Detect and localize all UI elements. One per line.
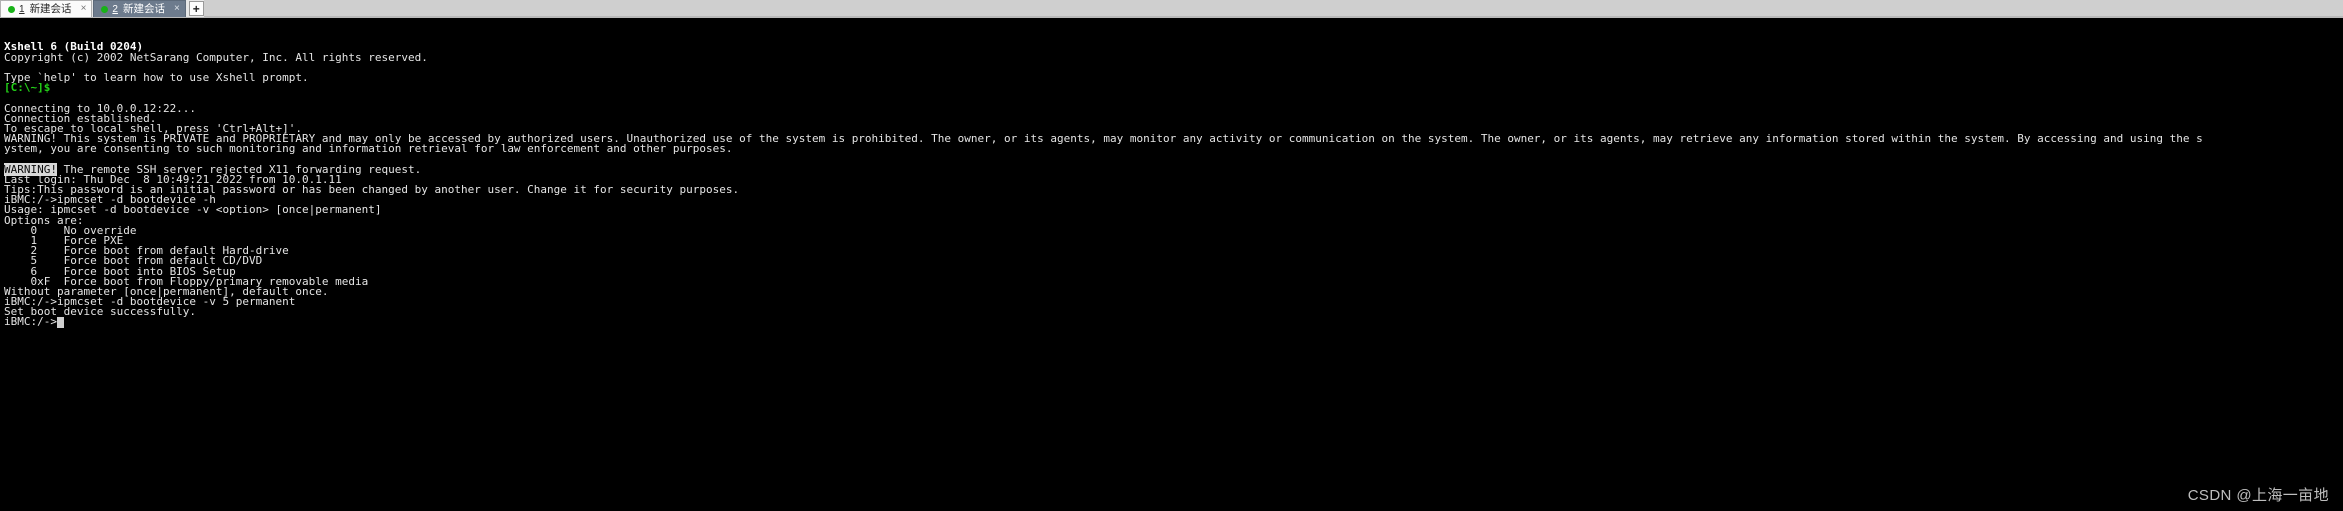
watermark: CSDN @上海一亩地 [2187, 486, 2329, 504]
terminal-line: 0xF Force boot from Floppy/primary remov… [4, 276, 2343, 287]
terminal-line: Set boot device successfully. [4, 306, 2343, 317]
shell-prompt: iBMC:/-> [4, 315, 57, 329]
terminal-line: Tips:This password is an initial passwor… [4, 184, 2343, 195]
terminal-line: 1 Force PXE [4, 235, 2343, 246]
tab-bar: 1 新建会话 × 2 新建会话 × + [0, 0, 2343, 18]
close-icon[interactable]: × [81, 4, 87, 14]
tab-label: 新建会话 [122, 2, 165, 15]
terminal-line: Type `help' to learn how to use Xshell p… [4, 72, 2343, 83]
terminal-line: Connection established. [4, 113, 2343, 124]
terminal-line: Options are: [4, 215, 2343, 226]
tab-number: 1 [19, 3, 25, 15]
tab-bar-filler [203, 0, 2343, 17]
terminal-line: WARNING! The remote SSH server rejected … [4, 162, 2343, 176]
terminal-text: Copyright (c) 2002 NetSarang Computer, I… [4, 50, 428, 64]
terminal-output[interactable]: Xshell 6 (Build 0204) Copyright (c) 2002 … [0, 18, 2343, 511]
terminal-line: Copyright (c) 2002 NetSarang Computer, I… [4, 50, 2343, 64]
green-dot-icon [8, 5, 15, 13]
terminal-line: 0 No override [4, 225, 2343, 236]
terminal-text: ystem, you are consenting to such monito… [4, 142, 733, 156]
close-icon[interactable]: × [174, 4, 180, 14]
terminal-line: ystem, you are consenting to such monito… [4, 142, 2343, 156]
tab-label: 新建会话 [29, 2, 72, 15]
tab-number: 2 [112, 3, 118, 15]
terminal-line: Connecting to 10.0.0.12:22... [4, 103, 2343, 114]
terminal-line: Without parameter [once|permanent], defa… [4, 286, 2343, 297]
new-tab-button[interactable]: + [188, 1, 204, 16]
terminal-line: 5 Force boot from default CD/DVD [4, 255, 2343, 266]
tab-session-2[interactable]: 2 新建会话 × [93, 0, 186, 17]
tab-session-1[interactable]: 1 新建会话 × [0, 0, 93, 17]
terminal-line: iBMC:/-> [4, 315, 2343, 329]
text-cursor [56, 317, 64, 328]
green-dot-icon [101, 5, 109, 13]
terminal-line: Usage: ipmcset -d bootdevice -v <option>… [4, 204, 2343, 215]
terminal-line: [C:\~]$ [4, 81, 2343, 95]
terminal-line: 2 Force boot from default Hard-drive [4, 245, 2343, 256]
terminal-line: iBMC:/->ipmcset -d bootdevice -v 5 perma… [4, 296, 2343, 307]
shell-prompt: [C:\~]$ [4, 81, 51, 95]
